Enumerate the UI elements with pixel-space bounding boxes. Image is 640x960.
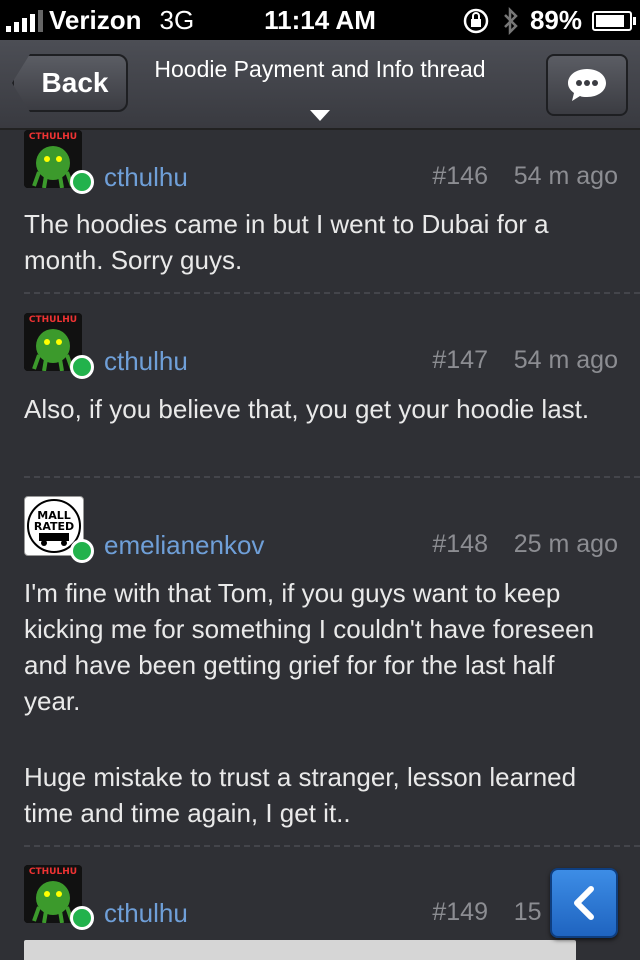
scroll-navigation-button[interactable]	[550, 868, 618, 938]
online-status-icon	[70, 906, 94, 930]
svg-text:CTHULHU: CTHULHU	[29, 867, 77, 877]
post-time: 54 m ago	[513, 346, 618, 374]
navigation-bar: Back Hoodie Payment and Info thread	[0, 40, 640, 130]
bluetooth-icon	[504, 6, 518, 35]
post-divider	[24, 292, 640, 294]
reply-button[interactable]	[546, 54, 628, 116]
status-bar: Verizon 3G 11:14 AM 89%	[0, 0, 640, 40]
post-divider	[24, 476, 640, 478]
chat-bubble-icon	[568, 69, 606, 101]
online-status-icon	[70, 355, 94, 379]
post-number: #149	[432, 898, 488, 926]
post-body: The hoodies came in but I went to Dubai …	[24, 209, 549, 275]
post-body-paragraph: Huge mistake to trust a stranger, lesson…	[24, 762, 577, 828]
post-time: 54 m ago	[513, 162, 618, 190]
post-number: #146	[432, 162, 488, 190]
title-dropdown-caret-icon[interactable]	[310, 110, 330, 121]
post-body-paragraph: I'm fine with that Tom, if you guys want…	[24, 578, 595, 716]
svg-text:CTHULHU: CTHULHU	[29, 132, 77, 142]
battery-icon	[592, 10, 636, 31]
post-number: #148	[432, 530, 488, 558]
post-time: 25 m ago	[513, 530, 618, 558]
post-author[interactable]: cthulhu	[104, 346, 188, 377]
post-author[interactable]: cthulhu	[104, 162, 188, 193]
battery-percent: 89%	[529, 5, 582, 35]
svg-text:RATED: RATED	[34, 520, 74, 533]
back-button[interactable]: Back	[12, 54, 128, 112]
post-author[interactable]: cthulhu	[104, 898, 188, 929]
online-status-icon	[70, 539, 94, 563]
post-body: Also, if you believe that, you get your …	[24, 394, 590, 424]
thread-title[interactable]: Hoodie Payment and Info thread	[150, 54, 490, 84]
online-status-icon	[70, 170, 94, 194]
post-divider	[24, 845, 640, 847]
chevron-left-icon	[574, 886, 594, 920]
post-number: #147	[432, 346, 488, 374]
svg-text:CTHULHU: CTHULHU	[29, 315, 77, 325]
rotation-lock-icon	[463, 8, 489, 33]
post-author[interactable]: emelianenkov	[104, 530, 264, 561]
quoted-content-box	[24, 940, 576, 960]
